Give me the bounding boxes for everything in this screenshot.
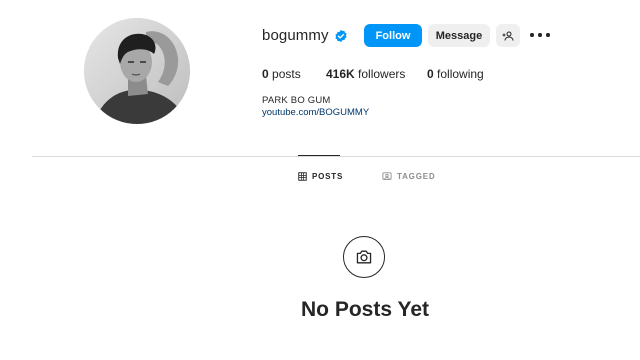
more-options-icon[interactable] [530, 29, 550, 41]
empty-state-title: No Posts Yet [301, 298, 429, 321]
active-tab-indicator [298, 155, 340, 156]
grid-icon [298, 171, 307, 181]
following-count: 0 [427, 67, 434, 81]
more-dot [538, 33, 542, 37]
profile-avatar[interactable] [84, 18, 190, 124]
followers-label: followers [358, 67, 406, 81]
following-label: following [437, 67, 484, 81]
full-name: PARK BO GUM [262, 95, 331, 106]
suggested-accounts-button[interactable] [496, 24, 520, 47]
username-row: bogummy [262, 24, 348, 48]
more-dot [546, 33, 550, 37]
empty-state-camera [343, 236, 385, 278]
following-stat[interactable]: 0 following [427, 67, 484, 81]
posts-stat: 0 posts [262, 67, 301, 81]
message-button[interactable]: Message [428, 24, 490, 47]
posts-count: 0 [262, 67, 269, 81]
username: bogummy [262, 27, 329, 44]
follow-button[interactable]: Follow [364, 24, 422, 47]
followers-count: 416K [326, 67, 355, 81]
more-dot [530, 33, 534, 37]
posts-label: posts [272, 67, 301, 81]
profile-link[interactable]: youtube.com/BOGUMMY [262, 107, 369, 118]
avatar-photo [84, 18, 190, 124]
tabs-divider [32, 156, 640, 157]
profile-page: bogummy Follow Message 0 posts 416K foll… [0, 0, 640, 360]
tab-posts[interactable]: POSTS [298, 170, 343, 182]
tag-icon [382, 171, 392, 180]
tab-tagged-label: TAGGED [397, 171, 436, 181]
followers-stat[interactable]: 416K followers [326, 67, 405, 81]
verified-badge-icon [335, 29, 347, 43]
add-person-icon [502, 31, 514, 41]
camera-icon [356, 250, 372, 264]
tab-posts-label: POSTS [312, 171, 344, 181]
tab-tagged[interactable]: TAGGED [382, 170, 435, 182]
